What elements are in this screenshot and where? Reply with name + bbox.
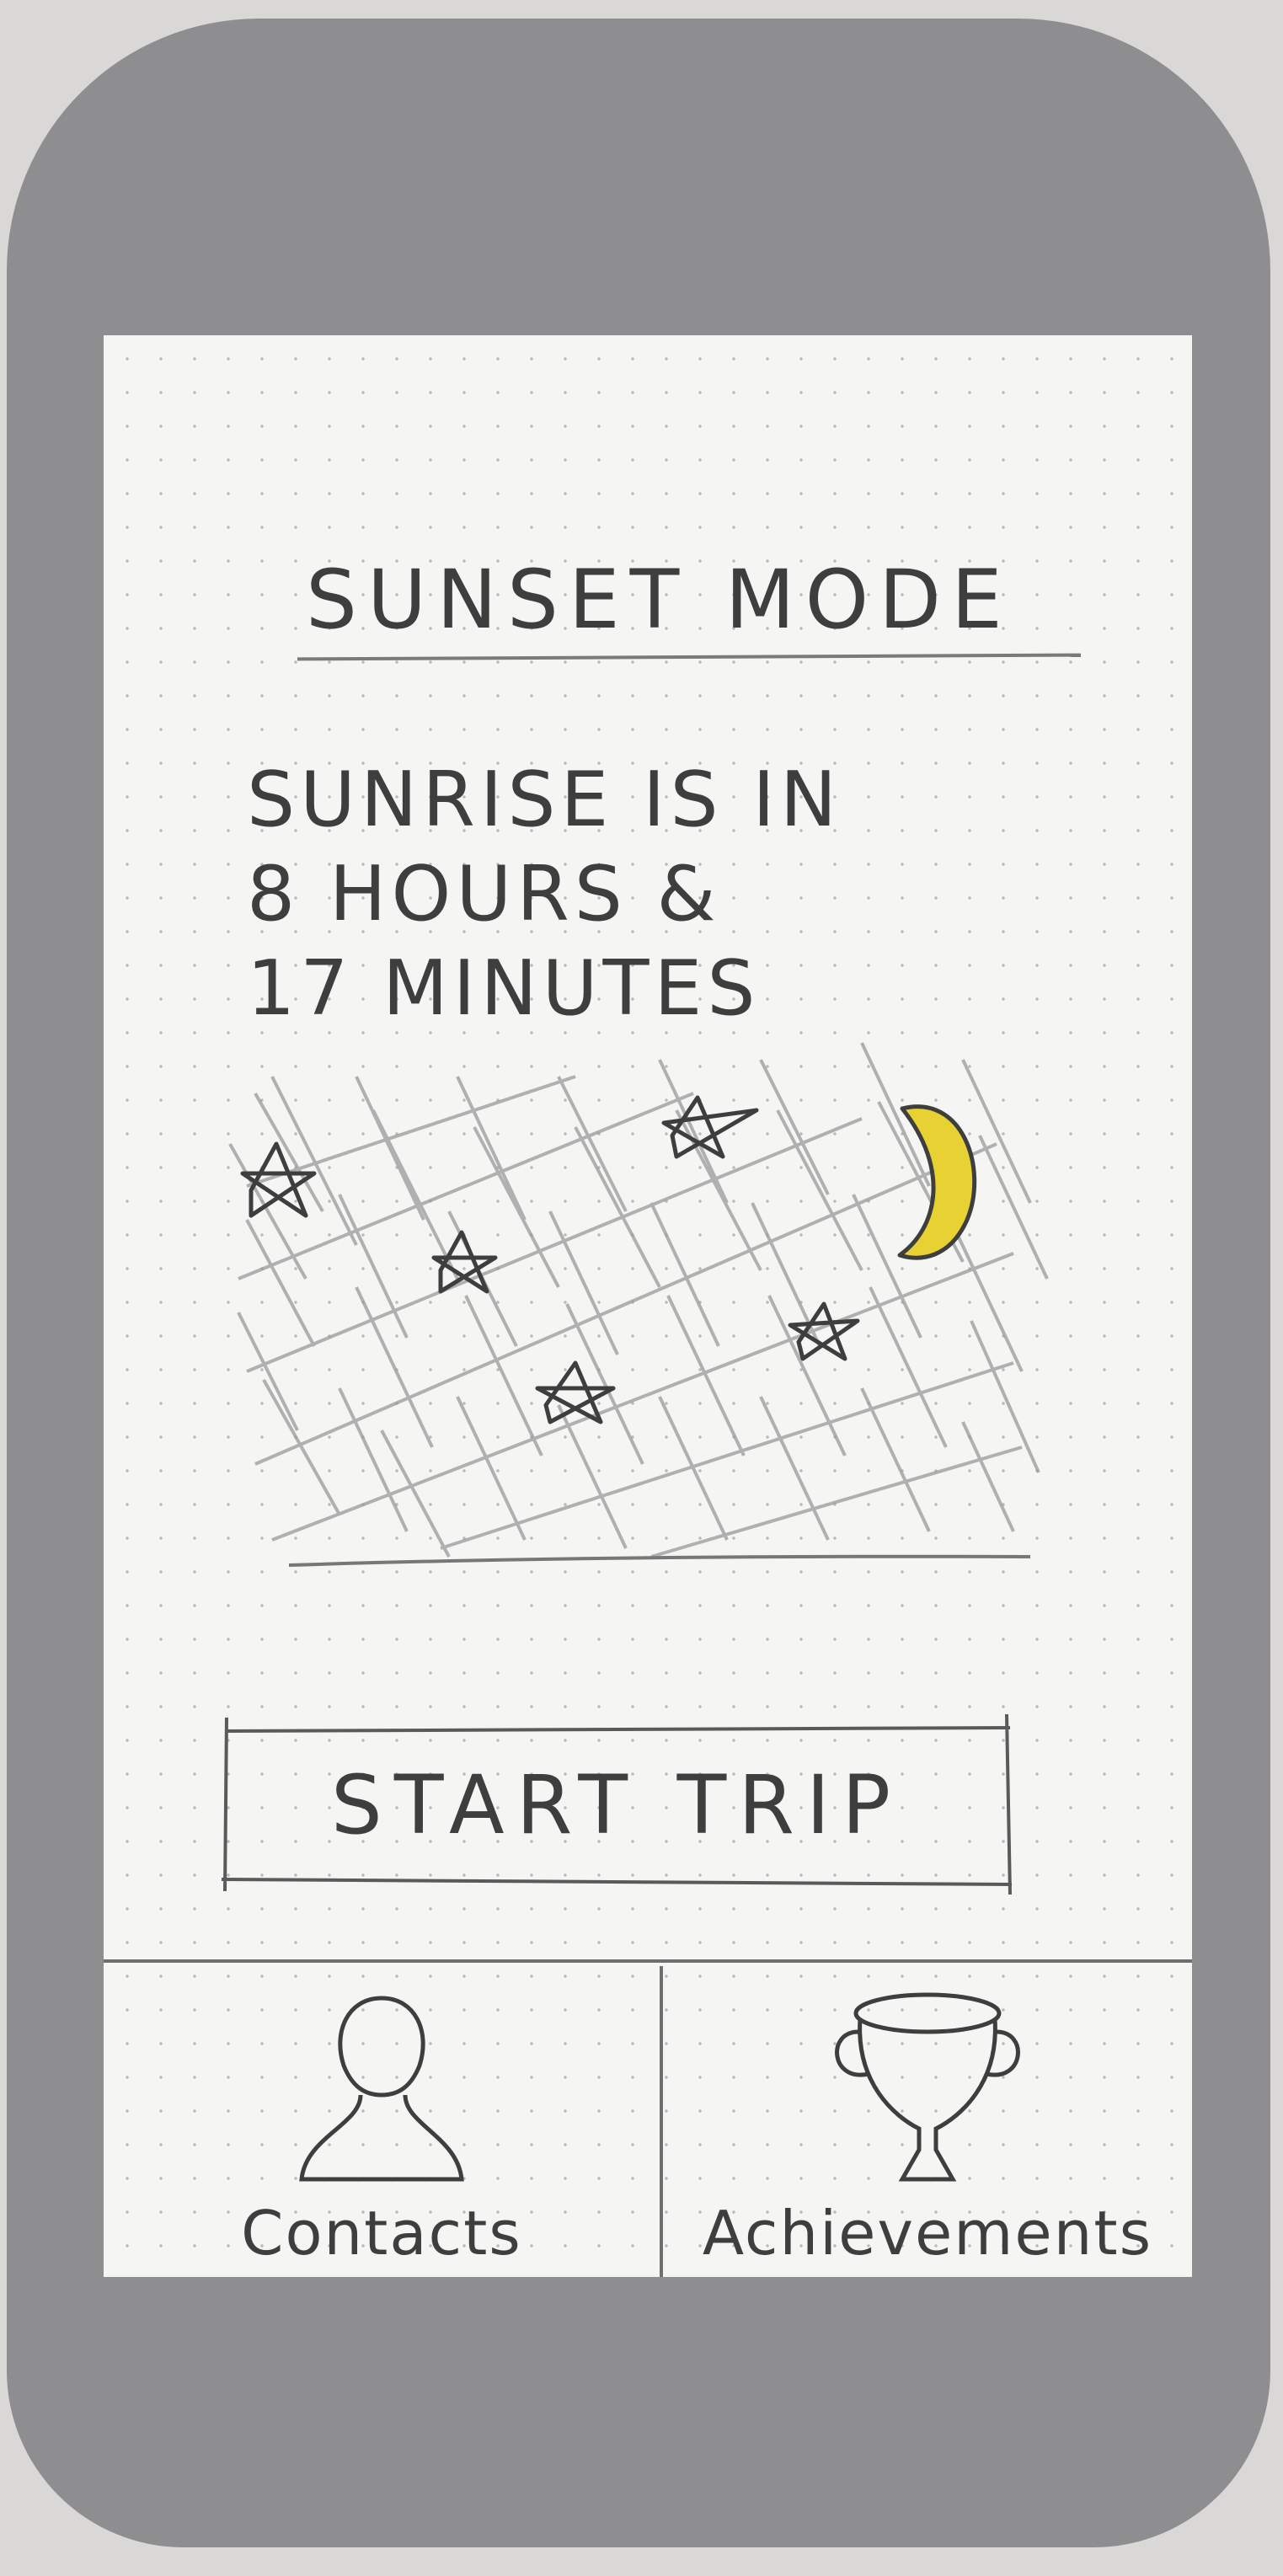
moon-icon: [897, 1104, 977, 1260]
sky-horizon: [288, 1554, 1031, 1567]
trophy-icon: [835, 1992, 1020, 2182]
nav-label-contacts: Contacts: [241, 2198, 522, 2269]
phone-screen: SUNSET MODE SUNRISE IS IN 8 HOURS & 17 M…: [104, 335, 1192, 2277]
nav-tab-achievements[interactable]: Achievements: [663, 1966, 1192, 2277]
star-icon: [535, 1360, 616, 1424]
sky-scribble: [228, 1042, 1049, 1558]
nav-label-achievements: Achievements: [702, 2198, 1153, 2269]
countdown-line-1: SUNRISE IS IN: [247, 756, 842, 844]
start-trip-button[interactable]: START TRIP: [218, 1714, 1015, 1895]
start-trip-label: START TRIP: [330, 1758, 903, 1852]
bottom-nav-divider: [104, 1959, 1192, 1963]
nav-tab-contacts[interactable]: Contacts: [104, 1966, 660, 2277]
star-icon: [431, 1230, 498, 1294]
countdown-line-3: 17 MINUTES: [247, 944, 761, 1033]
countdown-line-2: 8 HOURS &: [247, 850, 721, 938]
person-icon: [299, 1996, 464, 2182]
star-icon: [240, 1141, 317, 1218]
star-icon: [661, 1095, 759, 1159]
star-icon: [788, 1301, 860, 1361]
phone-frame: SUNSET MODE SUNRISE IS IN 8 HOURS & 17 M…: [7, 19, 1270, 2547]
sunrise-countdown: SUNRISE IS IN 8 HOURS & 17 MINUTES: [247, 753, 842, 1036]
title-underline: [297, 653, 1082, 661]
page-title: SUNSET MODE: [306, 553, 1013, 647]
